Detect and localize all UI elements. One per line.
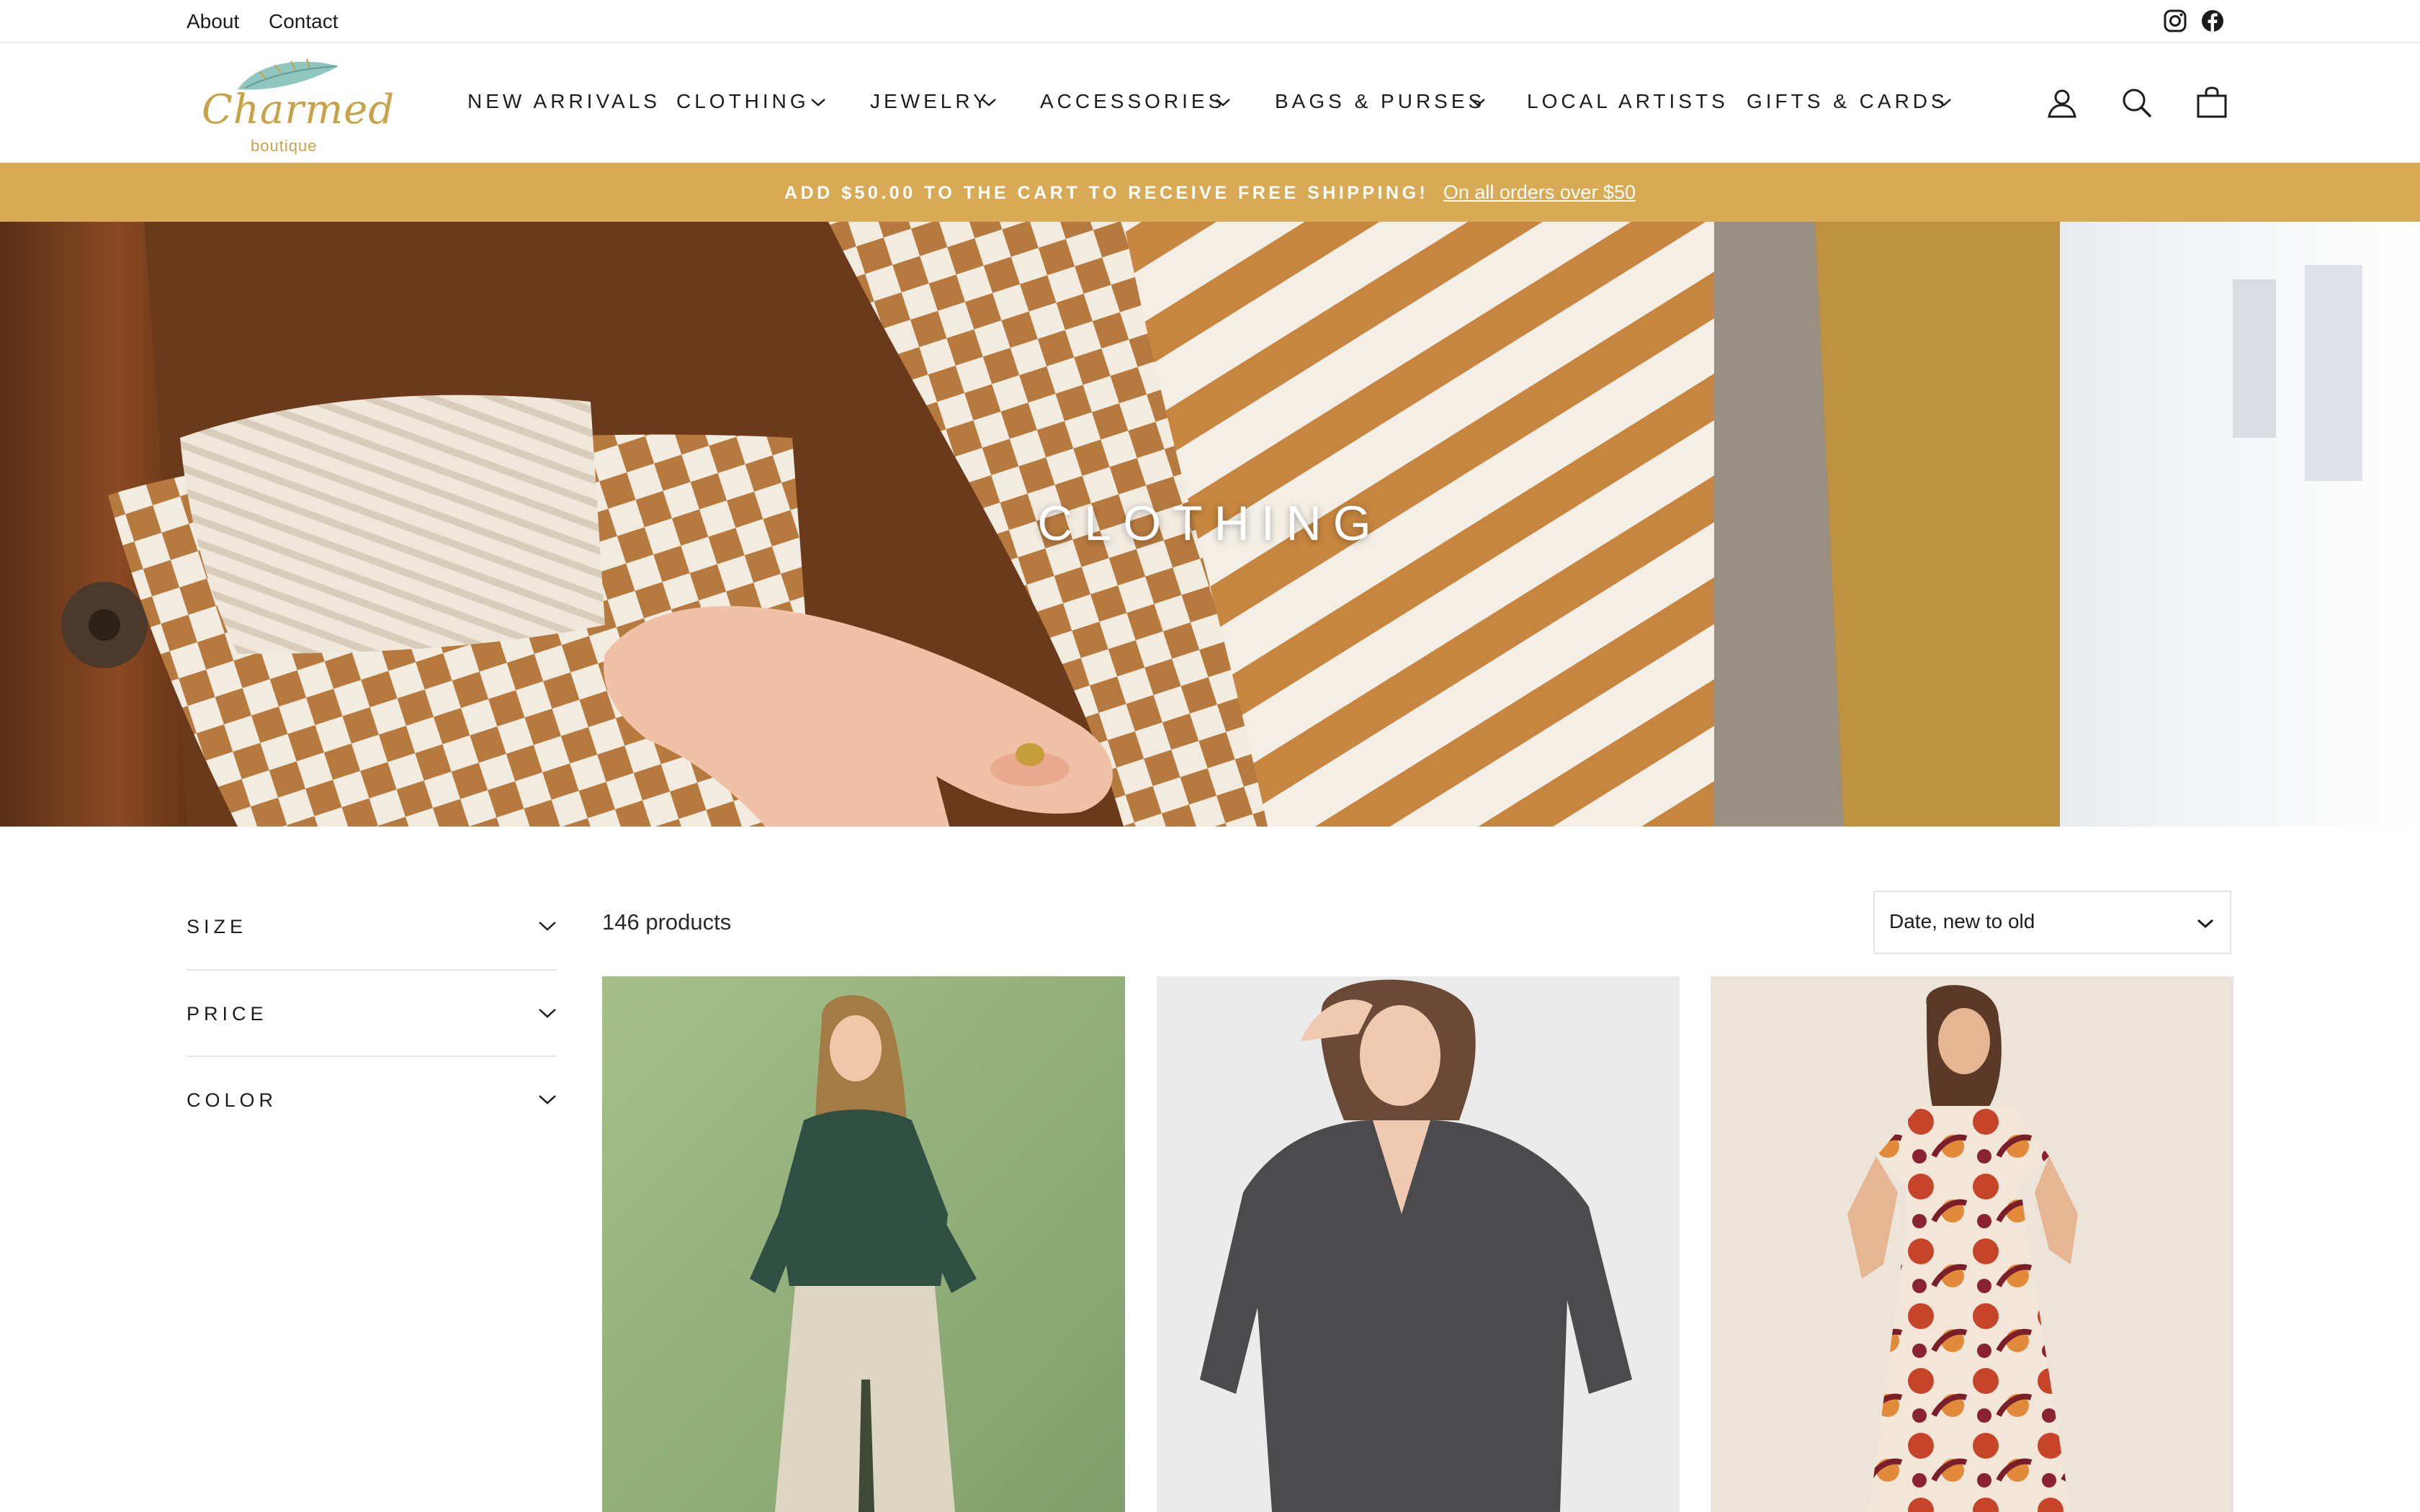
search-icon[interactable]	[2119, 85, 2155, 121]
instagram-icon[interactable]	[2163, 9, 2187, 33]
nav-local-artists[interactable]: LOCAL ARTISTS	[1527, 90, 1729, 113]
filter-color-label: COLOR	[187, 1089, 278, 1111]
chevron-down-icon[interactable]	[810, 97, 826, 107]
chevron-down-icon[interactable]	[1215, 97, 1231, 107]
product-card[interactable]	[1157, 976, 1680, 1512]
cart-icon[interactable]	[2194, 85, 2230, 121]
chevron-down-icon[interactable]	[538, 920, 557, 932]
nav-accessories[interactable]: ACCESSORIES	[1040, 90, 1225, 113]
product-image[interactable]	[602, 976, 1125, 1512]
utility-bar: About Contact	[0, 0, 2420, 43]
product-card[interactable]	[1711, 976, 2233, 1512]
filter-color[interactable]: COLOR	[187, 1056, 557, 1143]
site-header: Charmed boutique NEW ARRIVALS CLOTHING J…	[0, 43, 2420, 163]
sort-value: Date, new to old	[1889, 910, 2035, 932]
logo-subtitle: boutique	[251, 137, 318, 155]
hero-title: CLOTHING	[1037, 496, 1383, 551]
filter-size[interactable]: SIZE	[187, 883, 557, 969]
announcement-bar: ADD $50.00 TO THE CART TO RECEIVE FREE S…	[0, 163, 2420, 222]
contact-link[interactable]: Contact	[269, 10, 339, 33]
filter-size-label: SIZE	[187, 916, 248, 937]
chevron-down-icon[interactable]	[538, 1007, 557, 1019]
shipping-link[interactable]: On all orders over $50	[1443, 181, 1636, 203]
facebook-icon[interactable]	[2200, 9, 2225, 33]
logo-wordmark: Charmed	[202, 86, 395, 133]
product-image[interactable]	[1157, 976, 1680, 1512]
product-card[interactable]	[602, 976, 1125, 1512]
chevron-down-icon[interactable]	[1470, 97, 1486, 107]
product-image[interactable]	[1711, 976, 2233, 1512]
account-icon[interactable]	[2044, 85, 2080, 121]
brand-logo[interactable]: Charmed boutique	[194, 52, 394, 155]
nav-clothing[interactable]: CLOTHING	[676, 90, 810, 113]
hero-banner: CLOTHING	[0, 222, 2420, 827]
filter-price[interactable]: PRICE	[187, 970, 557, 1056]
about-link[interactable]: About	[187, 10, 239, 33]
nav-jewelry[interactable]: JEWELRY	[870, 90, 990, 113]
sort-select[interactable]: Date, new to old	[1873, 891, 2231, 954]
filter-price-label: PRICE	[187, 1003, 268, 1025]
nav-bags-purses[interactable]: BAGS & PURSES	[1275, 90, 1485, 113]
chevron-down-icon	[2197, 919, 2214, 929]
nav-new-arrivals[interactable]: NEW ARRIVALS	[467, 90, 660, 113]
chevron-down-icon[interactable]	[538, 1094, 557, 1105]
product-count: 146 products	[602, 909, 732, 935]
chevron-down-icon[interactable]	[981, 97, 997, 107]
nav-gifts-cards[interactable]: GIFTS & CARDS	[1747, 90, 1948, 113]
free-shipping-message: ADD $50.00 TO THE CART TO RECEIVE FREE S…	[784, 183, 1429, 203]
chevron-down-icon[interactable]	[1936, 97, 1952, 107]
